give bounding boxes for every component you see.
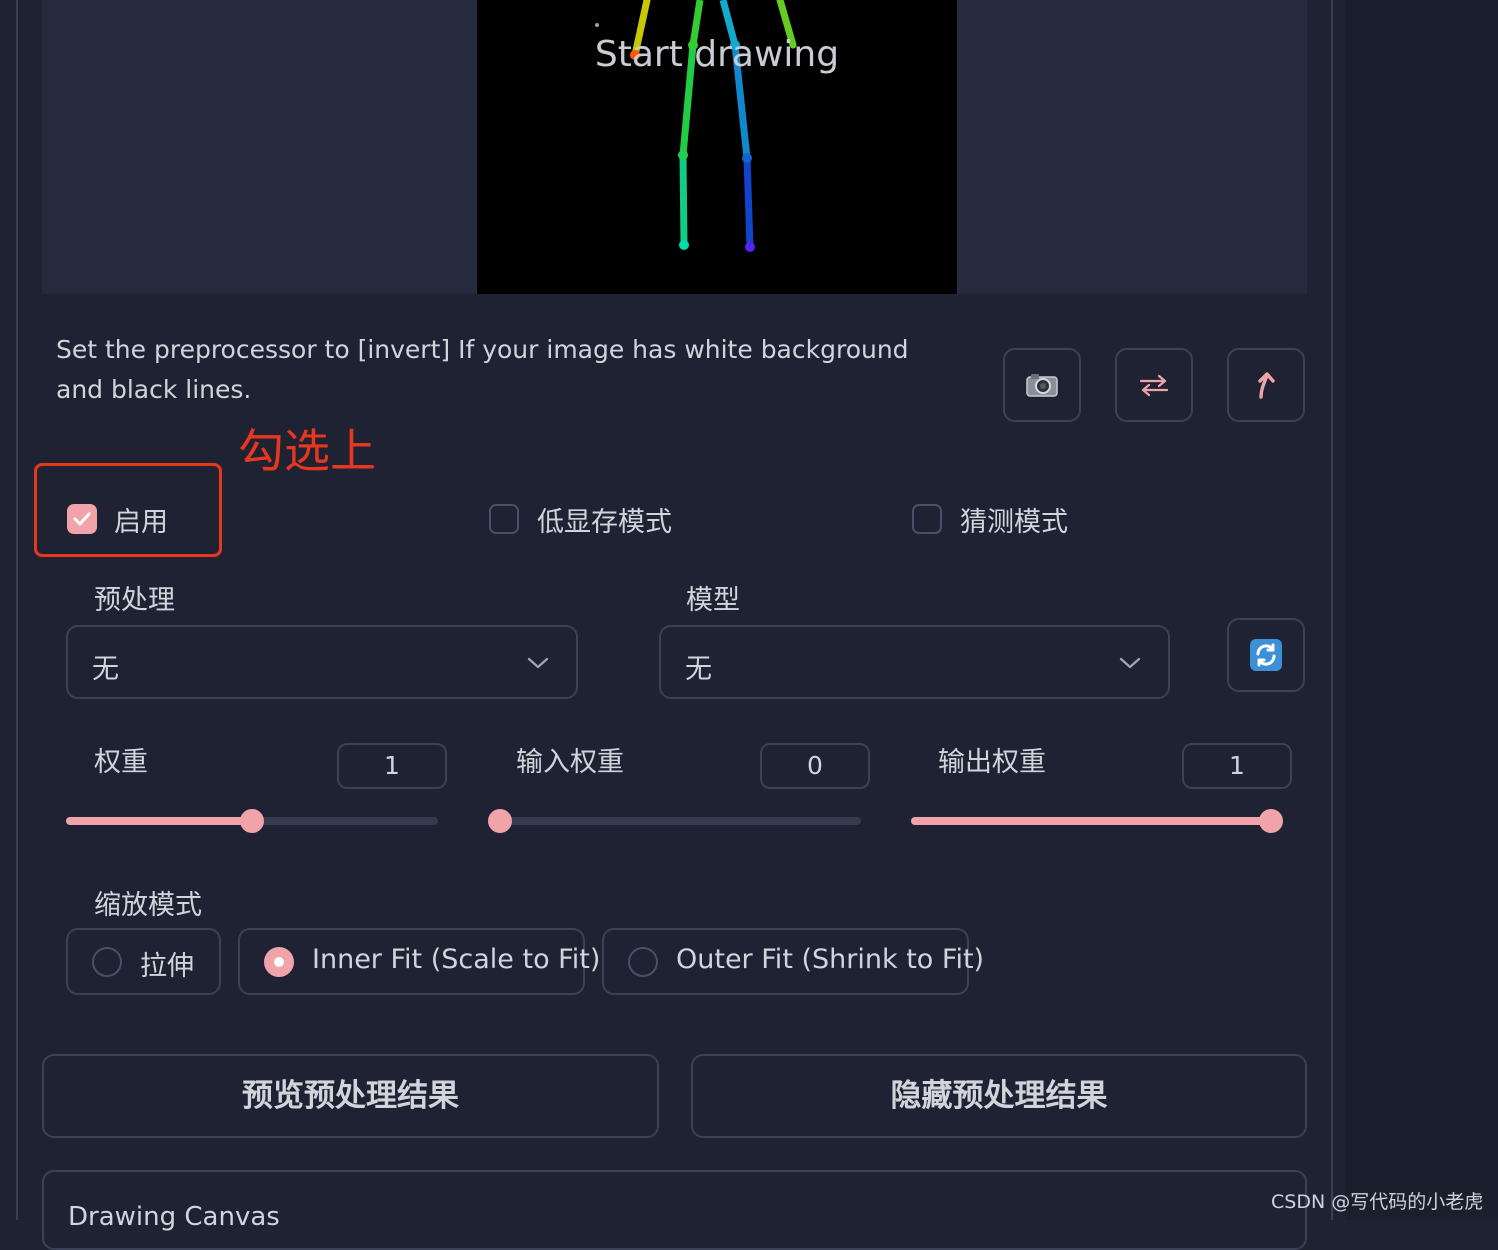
annotation-text: 勾选上 [238,424,376,478]
guess-mode-checkbox[interactable] [912,504,942,534]
resize-option-stretch[interactable]: 拉伸 [66,928,221,995]
radio-stretch[interactable] [92,947,122,977]
weight-slider-thumb[interactable] [240,809,264,833]
drawing-canvas-title: Drawing Canvas [68,1202,280,1232]
preprocessor-hint: Set the preprocessor to [invert] If your… [56,335,909,404]
guidance-end-slider[interactable] [911,809,1283,833]
guidance-start-input[interactable]: 0 [760,743,870,789]
guidance-end-slider-fill [911,817,1271,825]
panel-left-border [16,0,18,1220]
guidance-end-slider-thumb[interactable] [1259,809,1283,833]
model-value: 无 [685,654,712,685]
low-vram-checkbox-label: 低显存模式 [537,507,672,538]
preprocessor-select[interactable]: 无 [66,625,578,699]
guidance-end-label: 输出权重 [938,747,1046,778]
canvas-overlay-text: Start drawing [594,34,840,75]
hide-preprocess-button[interactable]: 隐藏预处理结果 [691,1054,1307,1138]
webcam-button[interactable] [1003,348,1081,422]
swap-button[interactable] [1115,348,1193,422]
preview-preprocess-button[interactable]: 预览预处理结果 [42,1054,659,1138]
resize-mode-label: 缩放模式 [94,890,202,921]
camera-icon [1026,374,1058,397]
radio-stretch-label: 拉伸 [140,951,194,982]
chevron-down-icon [1119,657,1141,669]
radio-inner-fit[interactable] [264,947,294,977]
image-preview-area: Start drawing [42,0,1307,294]
right-strip [1345,0,1498,1220]
drawing-canvas-section[interactable]: Drawing Canvas [42,1170,1307,1250]
panel-right-border [1331,0,1333,1220]
guidance-start-slider-thumb[interactable] [488,809,512,833]
guidance-start-label: 输入权重 [516,747,624,778]
enable-checkbox[interactable] [67,504,97,534]
chevron-down-icon [527,657,549,669]
refresh-models-button[interactable] [1227,618,1305,692]
watermark: CSDN @写代码的小老虎 [1271,1191,1484,1213]
radio-outer-fit[interactable] [628,947,658,977]
resize-option-inner-fit[interactable]: Inner Fit (Scale to Fit) [238,928,600,995]
send-up-icon [1258,372,1275,399]
weight-slider-fill [66,817,252,825]
resize-option-outer-fit[interactable]: Outer Fit (Shrink to Fit) [602,928,984,995]
refresh-icon [1250,639,1282,671]
guess-mode-checkbox-label: 猜测模式 [960,507,1068,538]
low-vram-checkbox[interactable] [489,504,519,534]
weight-label: 权重 [94,747,148,778]
preprocessor-label: 预处理 [94,585,175,616]
send-to-txt2img-button[interactable] [1227,348,1305,422]
radio-inner-fit-label: Inner Fit (Scale to Fit) [312,944,601,975]
checkmark-icon [73,512,91,526]
model-label: 模型 [686,585,740,616]
weight-input[interactable]: 1 [337,743,447,789]
model-select[interactable]: 无 [659,625,1170,699]
swap-icon [1139,374,1169,397]
weight-slider[interactable] [66,809,438,833]
guidance-start-slider[interactable] [488,809,861,833]
guidance-end-input[interactable]: 1 [1182,743,1292,789]
radio-outer-fit-label: Outer Fit (Shrink to Fit) [676,944,985,975]
enable-checkbox-label: 启用 [114,507,168,538]
preprocessor-value: 无 [92,654,119,685]
drawing-canvas[interactable]: Start drawing [477,0,957,294]
